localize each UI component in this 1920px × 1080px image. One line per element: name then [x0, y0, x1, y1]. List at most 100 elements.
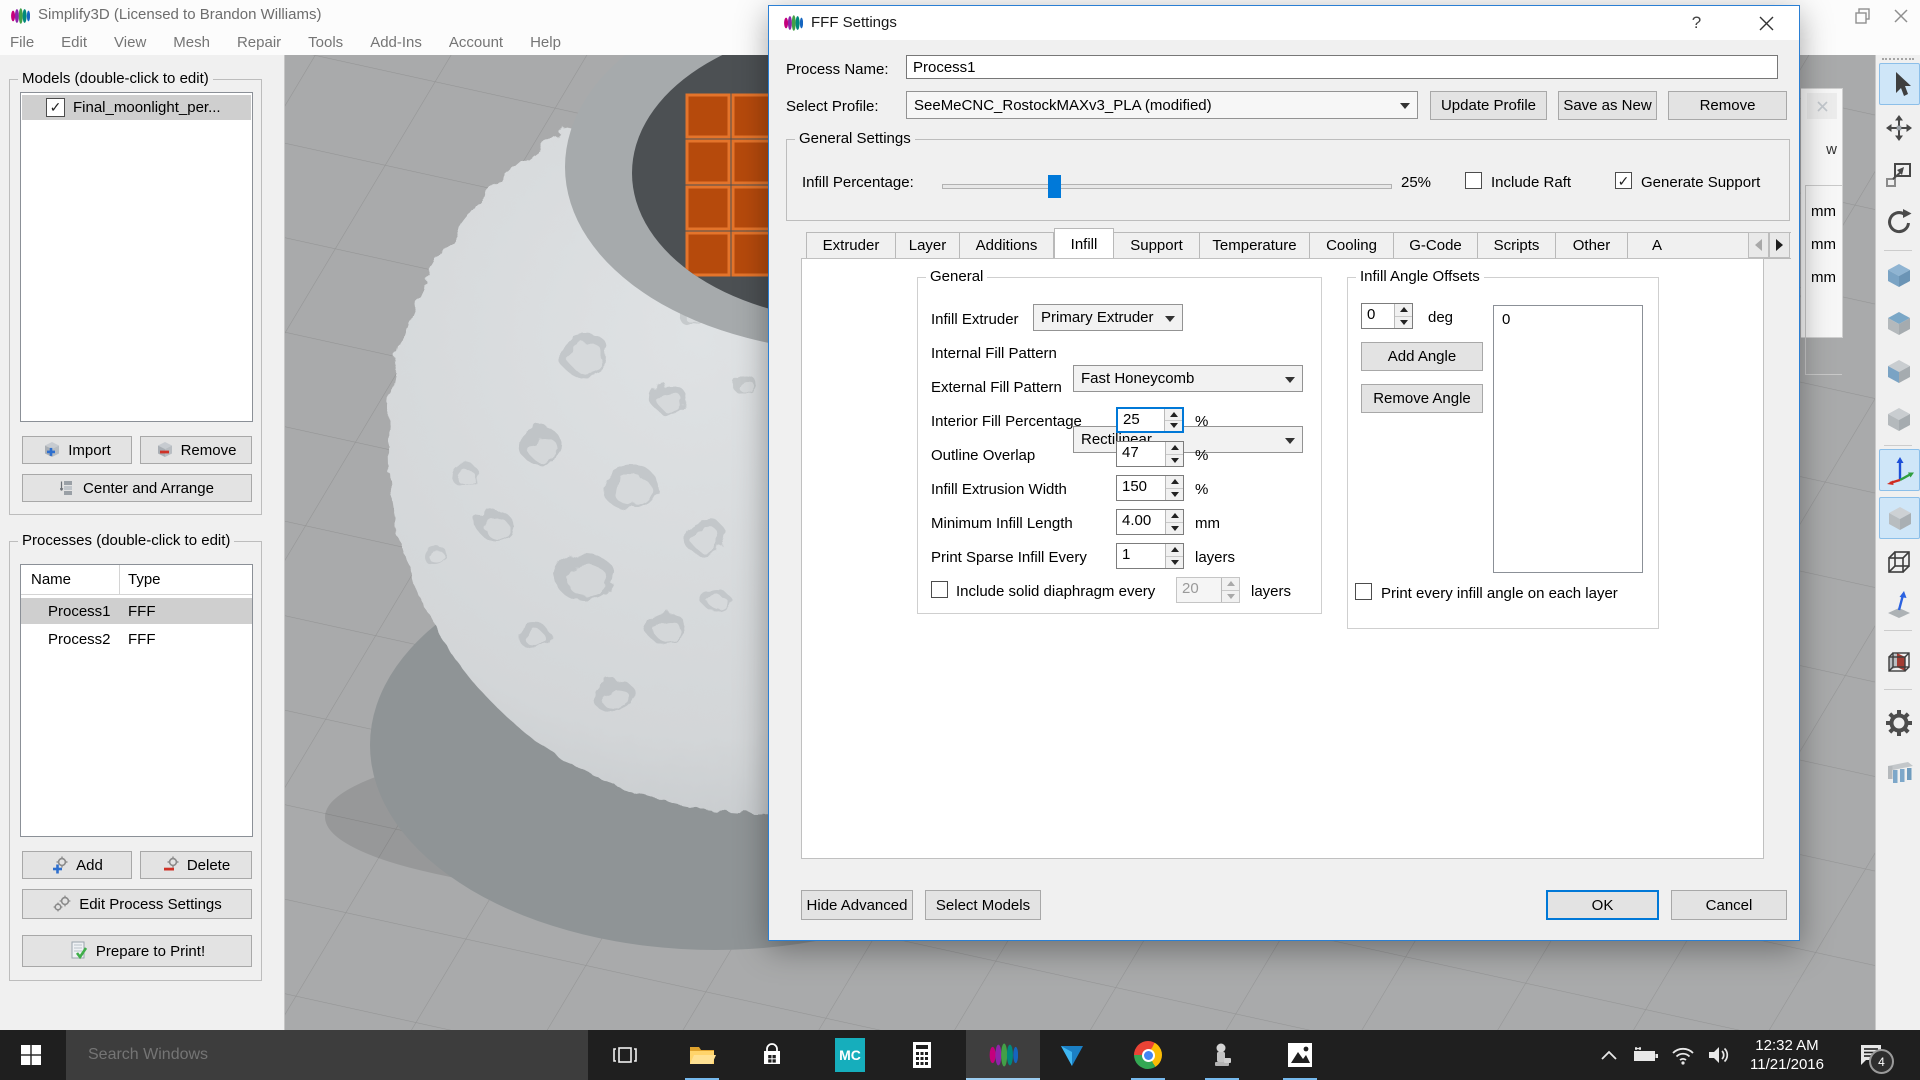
printer-app-button[interactable]	[1198, 1030, 1246, 1080]
chrome-button[interactable]	[1124, 1030, 1172, 1080]
window-restore-button[interactable]	[1845, 4, 1881, 28]
menu-add-ins[interactable]: Add-Ins	[370, 34, 422, 51]
tab-layer[interactable]: Layer	[896, 232, 960, 259]
scale-tool-button[interactable]	[1879, 155, 1918, 195]
infill-extrusion-width-spinbox[interactable]: 150	[1116, 475, 1184, 501]
tray-battery-button[interactable]	[1628, 1030, 1664, 1080]
center-and-arrange-button[interactable]: Center and Arrange	[22, 474, 252, 502]
spin-up-button[interactable]	[1166, 510, 1183, 522]
processes-list[interactable]: Name Type Process1 FFF Process2 FFF	[20, 564, 253, 837]
select-models-button[interactable]: Select Models	[925, 890, 1041, 920]
spin-down-button[interactable]	[1166, 487, 1183, 500]
calculator-button[interactable]	[898, 1030, 946, 1080]
tray-wifi-button[interactable]	[1666, 1030, 1700, 1080]
print-sparse-infill-spinbox[interactable]: 1	[1116, 543, 1184, 569]
column-name[interactable]: Name	[31, 571, 119, 588]
minimum-infill-length-spinbox[interactable]: 4.00	[1116, 509, 1184, 535]
add-angle-button[interactable]: Add Angle	[1361, 342, 1483, 371]
interior-fill-percentage-spinbox[interactable]: 25	[1116, 407, 1184, 433]
machine-settings-button[interactable]	[1879, 703, 1918, 743]
update-profile-button[interactable]: Update Profile	[1430, 91, 1547, 120]
spin-down-button[interactable]	[1166, 521, 1183, 534]
process-name-input[interactable]	[906, 55, 1778, 79]
import-button[interactable]: Import	[22, 436, 132, 464]
surface-normals-button[interactable]	[1879, 584, 1918, 624]
outline-overlap-spinbox[interactable]: 47	[1116, 441, 1184, 467]
menu-repair[interactable]: Repair	[237, 34, 281, 51]
view-side-button[interactable]	[1879, 351, 1918, 391]
remove-profile-button[interactable]: Remove	[1668, 91, 1787, 120]
support-structures-button[interactable]	[1879, 753, 1918, 793]
fragment-close-button[interactable]	[1807, 93, 1837, 119]
tab-temperature[interactable]: Temperature	[1200, 232, 1310, 259]
remove-angle-button[interactable]: Remove Angle	[1361, 384, 1483, 413]
start-button[interactable]	[0, 1030, 62, 1080]
search-input[interactable]	[66, 1030, 588, 1080]
move-tool-button[interactable]	[1879, 108, 1918, 148]
save-as-new-button[interactable]: Save as New	[1558, 91, 1657, 120]
tab-infill[interactable]: Infill	[1054, 228, 1114, 259]
view-top-button[interactable]	[1879, 255, 1918, 295]
spin-down-button[interactable]	[1166, 555, 1183, 568]
slider-handle[interactable]	[1048, 175, 1061, 198]
spin-up-button[interactable]	[1166, 544, 1183, 556]
infill-percentage-slider[interactable]	[942, 184, 1392, 189]
ok-button[interactable]: OK	[1546, 890, 1659, 920]
toolbar-drag-handle[interactable]	[1882, 58, 1914, 60]
wireframe-button[interactable]	[1879, 542, 1918, 582]
spin-down-button[interactable]	[1166, 453, 1183, 466]
remove-model-button[interactable]: Remove	[140, 436, 252, 464]
edit-process-settings-button[interactable]: Edit Process Settings	[22, 889, 252, 919]
rotate-tool-button[interactable]	[1879, 202, 1918, 242]
task-view-button[interactable]	[601, 1030, 649, 1080]
process-row-2[interactable]: Process2 FFF	[21, 626, 252, 652]
menu-edit[interactable]: Edit	[61, 34, 87, 51]
store-button[interactable]	[748, 1030, 796, 1080]
tray-volume-button[interactable]	[1700, 1030, 1736, 1080]
spin-down-button[interactable]	[1165, 419, 1182, 431]
tab-scripts[interactable]: Scripts	[1478, 232, 1556, 259]
model-visibility-checkbox[interactable]: ✓	[46, 98, 65, 117]
tab-extruder[interactable]: Extruder	[806, 232, 896, 259]
view-front-button[interactable]	[1879, 303, 1918, 343]
include-raft-checkbox[interactable]	[1465, 172, 1482, 189]
cancel-button[interactable]: Cancel	[1671, 890, 1787, 920]
print-every-angle-checkbox[interactable]	[1355, 583, 1372, 600]
cross-section-button[interactable]	[1879, 643, 1918, 683]
angle-spinbox[interactable]: 0	[1361, 303, 1413, 329]
spin-up-button[interactable]	[1166, 476, 1183, 488]
menu-view[interactable]: View	[114, 34, 146, 51]
spin-up-button[interactable]	[1166, 442, 1183, 454]
prepare-to-print-button[interactable]: Prepare to Print!	[22, 935, 252, 967]
models-list[interactable]: ✓ Final_moonlight_per...	[20, 92, 253, 422]
hide-advanced-button[interactable]: Hide Advanced	[801, 890, 913, 920]
mc-app-button[interactable]: MC	[826, 1030, 874, 1080]
tab-gcode[interactable]: G-Code	[1394, 232, 1478, 259]
triangle-app-button[interactable]	[1048, 1030, 1096, 1080]
delete-process-button[interactable]: Delete	[140, 851, 252, 879]
window-close-button[interactable]	[1883, 4, 1919, 28]
menu-mesh[interactable]: Mesh	[173, 34, 210, 51]
show-model-button[interactable]	[1879, 497, 1920, 539]
tab-additions[interactable]: Additions	[960, 232, 1054, 259]
menu-file[interactable]: File	[10, 34, 34, 51]
view-iso-button[interactable]	[1879, 399, 1918, 439]
angle-offsets-list[interactable]: 0	[1493, 305, 1643, 573]
process-row-1[interactable]: Process1 FFF	[21, 598, 252, 624]
menu-tools[interactable]: Tools	[308, 34, 343, 51]
tray-chevron-button[interactable]	[1592, 1030, 1626, 1080]
dialog-close-button[interactable]	[1744, 6, 1789, 40]
external-fill-pattern-combobox[interactable]: Rectilinear	[1073, 426, 1303, 453]
menu-account[interactable]: Account	[449, 34, 503, 51]
solid-diaphragm-checkbox[interactable]	[931, 581, 948, 598]
generate-support-checkbox[interactable]: ✓	[1615, 172, 1632, 189]
dialog-titlebar[interactable]: FFF Settings ?	[769, 6, 1799, 40]
internal-fill-pattern-combobox[interactable]: Fast Honeycomb	[1073, 365, 1303, 392]
tab-other[interactable]: Other	[1556, 232, 1628, 259]
photos-button[interactable]	[1276, 1030, 1324, 1080]
add-process-button[interactable]: Add	[22, 851, 132, 879]
tab-scroll-right-button[interactable]	[1769, 232, 1790, 258]
menu-help[interactable]: Help	[530, 34, 561, 51]
show-axes-button[interactable]	[1879, 449, 1920, 491]
tab-support[interactable]: Support	[1114, 232, 1200, 259]
